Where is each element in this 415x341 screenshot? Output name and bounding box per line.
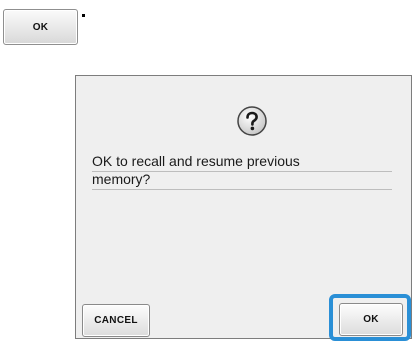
- dialog-message-line-2: memory?: [92, 171, 392, 190]
- ok-key-illustration: OK: [3, 9, 78, 45]
- ok-button[interactable]: OK: [339, 303, 403, 336]
- bullet-mark: [82, 14, 85, 17]
- dialog-message-line-1: OK to recall and resume previous: [92, 153, 392, 172]
- recall-memory-dialog: OK to recall and resume previous memory?…: [75, 75, 412, 341]
- question-mark-icon: [237, 106, 267, 136]
- cancel-button[interactable]: CANCEL: [82, 304, 150, 337]
